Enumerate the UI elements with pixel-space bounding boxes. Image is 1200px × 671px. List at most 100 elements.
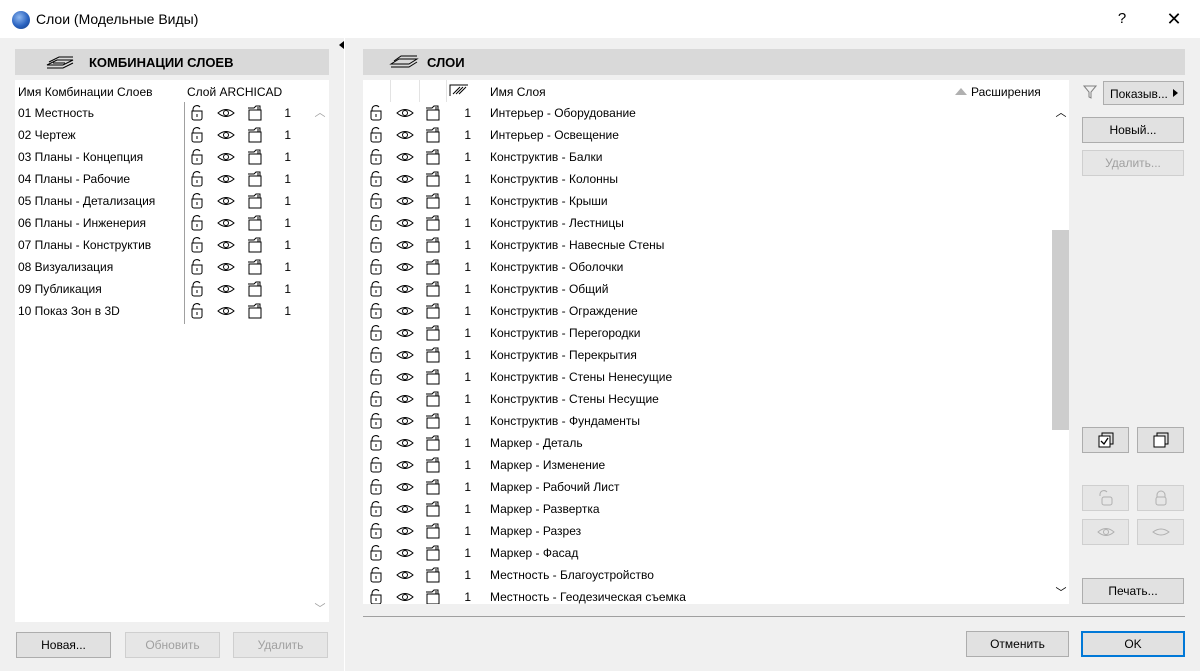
show-button[interactable] — [1082, 519, 1129, 545]
layer-row[interactable]: 1 Конструктив - Общий — [363, 278, 1052, 300]
layer-icon[interactable] — [424, 368, 442, 386]
combination-row[interactable]: 06 Планы - Инженерия 1 — [15, 212, 329, 234]
layer-icon[interactable] — [424, 522, 442, 540]
cancel-button[interactable]: Отменить — [966, 631, 1069, 657]
layer-row[interactable]: 1 Конструктив - Крыши — [363, 190, 1052, 212]
layer-icon[interactable] — [246, 280, 264, 298]
lock-icon[interactable] — [368, 214, 386, 232]
lock-icon[interactable] — [368, 346, 386, 364]
pen-set-number[interactable]: 1 — [461, 304, 471, 318]
pen-set-number[interactable]: 1 — [461, 436, 471, 450]
help-button[interactable]: ? — [1110, 4, 1134, 34]
layer-icon[interactable] — [424, 302, 442, 320]
layer-icon[interactable] — [246, 258, 264, 276]
layer-icon[interactable] — [246, 170, 264, 188]
scroll-thumb[interactable] — [1052, 230, 1069, 430]
lock-icon[interactable] — [368, 236, 386, 254]
layer-icon[interactable] — [246, 104, 264, 122]
combination-row[interactable]: 10 Показ Зон в 3D 1 — [15, 300, 329, 322]
layer-row[interactable]: 1 Конструктив - Лестницы — [363, 212, 1052, 234]
lock-icon[interactable] — [368, 368, 386, 386]
pen-set-number[interactable]: 1 — [461, 282, 471, 296]
layer-icon[interactable] — [424, 478, 442, 496]
eye-icon[interactable] — [217, 148, 235, 166]
layer-row[interactable]: 1 Маркер - Фасад — [363, 542, 1052, 564]
lock-icon[interactable] — [368, 456, 386, 474]
pen-set-number[interactable]: 1 — [461, 546, 471, 560]
pen-set-number[interactable]: 1 — [281, 106, 291, 120]
layer-icon[interactable] — [246, 236, 264, 254]
eye-icon[interactable] — [396, 236, 414, 254]
layer-row[interactable]: 1 Маркер - Разрез — [363, 520, 1052, 542]
pen-set-number[interactable]: 1 — [461, 326, 471, 340]
lock-icon[interactable] — [189, 236, 207, 254]
eye-icon[interactable] — [396, 302, 414, 320]
eye-icon[interactable] — [396, 258, 414, 276]
lock-icon[interactable] — [189, 214, 207, 232]
pen-set-number[interactable]: 1 — [461, 480, 471, 494]
pen-set-number[interactable]: 1 — [461, 106, 471, 120]
layer-row[interactable]: 1 Маркер - Изменение — [363, 454, 1052, 476]
deselect-all-button[interactable] — [1137, 427, 1184, 453]
layer-icon[interactable] — [424, 544, 442, 562]
lock-icon[interactable] — [189, 192, 207, 210]
lock-icon[interactable] — [368, 412, 386, 430]
layer-row[interactable]: 1 Интерьер - Оборудование — [363, 102, 1052, 124]
layer-icon[interactable] — [246, 214, 264, 232]
lock-icon[interactable] — [368, 500, 386, 518]
eye-icon[interactable] — [396, 390, 414, 408]
lock-icon[interactable] — [368, 566, 386, 584]
pen-set-number[interactable]: 1 — [461, 238, 471, 252]
eye-icon[interactable] — [396, 434, 414, 452]
unlock-button[interactable] — [1082, 485, 1129, 511]
lock-icon[interactable] — [368, 478, 386, 496]
layer-icon[interactable] — [424, 390, 442, 408]
close-button[interactable]: ✕ — [1158, 4, 1190, 34]
lock-icon[interactable] — [368, 302, 386, 320]
lock-icon[interactable] — [368, 390, 386, 408]
lock-icon[interactable] — [368, 324, 386, 342]
eye-icon[interactable] — [396, 346, 414, 364]
eye-icon[interactable] — [217, 236, 235, 254]
layer-icon[interactable] — [246, 192, 264, 210]
lock-icon[interactable] — [368, 544, 386, 562]
layer-row[interactable]: 1 Местность - Благоустройство — [363, 564, 1052, 586]
layer-icon[interactable] — [246, 126, 264, 144]
layer-row[interactable]: 1 Конструктив - Ограждение — [363, 300, 1052, 322]
eye-icon[interactable] — [396, 126, 414, 144]
new-combination-button[interactable]: Новая... — [16, 632, 111, 658]
scroll-up-icon[interactable]: ︿ — [313, 104, 327, 119]
pen-set-number[interactable]: 1 — [461, 590, 471, 604]
lock-icon[interactable] — [368, 148, 386, 166]
pen-set-number[interactable]: 1 — [281, 304, 291, 318]
lock-icon[interactable] — [368, 522, 386, 540]
layer-row[interactable]: 1 Конструктив - Навесные Стены — [363, 234, 1052, 256]
scroll-up-icon[interactable]: ︿ — [1054, 104, 1068, 119]
pen-set-number[interactable]: 1 — [281, 260, 291, 274]
combination-row[interactable]: 08 Визуализация 1 — [15, 256, 329, 278]
pen-set-number[interactable]: 1 — [461, 194, 471, 208]
layer-icon[interactable] — [424, 456, 442, 474]
eye-icon[interactable] — [396, 324, 414, 342]
ok-button[interactable]: OK — [1081, 631, 1185, 657]
pen-set-number[interactable]: 1 — [461, 260, 471, 274]
column-header-extensions[interactable]: Расширения — [971, 85, 1041, 99]
layer-icon[interactable] — [424, 148, 442, 166]
eye-icon[interactable] — [217, 280, 235, 298]
eye-icon[interactable] — [217, 214, 235, 232]
layer-icon[interactable] — [424, 324, 442, 342]
pen-set-number[interactable]: 1 — [461, 568, 471, 582]
scroll-down-icon[interactable]: ﹀ — [1054, 584, 1068, 599]
eye-icon[interactable] — [217, 104, 235, 122]
lock-icon[interactable] — [368, 434, 386, 452]
layer-icon[interactable] — [424, 126, 442, 144]
layer-icon[interactable] — [424, 566, 442, 584]
layer-row[interactable]: 1 Интерьер - Освещение — [363, 124, 1052, 146]
layer-row[interactable]: 1 Маркер - Рабочий Лист — [363, 476, 1052, 498]
layer-row[interactable]: 1 Маркер - Деталь — [363, 432, 1052, 454]
eye-icon[interactable] — [396, 280, 414, 298]
column-header-layer-name[interactable]: Имя Слоя — [490, 85, 546, 99]
pen-set-number[interactable]: 1 — [281, 216, 291, 230]
pen-set-number[interactable]: 1 — [461, 172, 471, 186]
column-header-archicad-layer[interactable]: Слой ARCHICAD — [187, 85, 282, 99]
